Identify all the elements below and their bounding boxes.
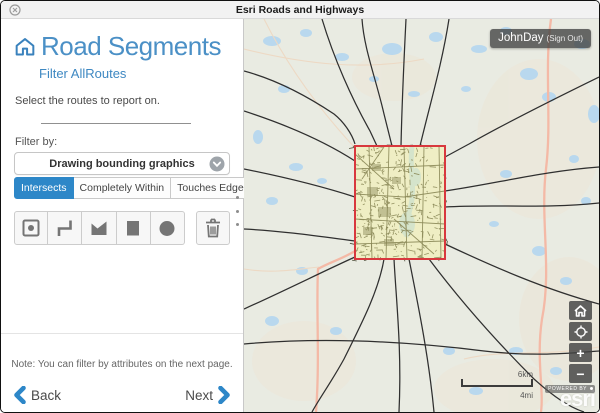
home-icon: [574, 305, 587, 317]
scale-line: [461, 385, 533, 387]
polygon-icon: [87, 216, 111, 240]
filter-method-dropdown[interactable]: Drawing bounding graphics: [14, 152, 230, 175]
note-text: Note: You can filter by attributes on th…: [1, 359, 243, 370]
scale-mi-label: 4mi: [520, 391, 533, 400]
clear-graphics-button[interactable]: [196, 211, 230, 245]
draw-polyline-button[interactable]: [48, 211, 82, 245]
map-canvas[interactable]: [244, 19, 599, 412]
point-icon: [19, 216, 43, 240]
next-label: Next: [185, 388, 213, 403]
tab-label: Completely Within: [80, 182, 165, 194]
circle-icon: [155, 216, 179, 240]
home-extent-button[interactable]: [569, 301, 592, 320]
rectangle-icon: [121, 216, 145, 240]
title-bar: Esri Roads and Highways: [1, 1, 599, 19]
chevron-left-icon: [13, 386, 26, 404]
next-button[interactable]: Next: [185, 386, 231, 404]
chevron-right-icon: [218, 386, 231, 404]
page-title: Road Segments: [41, 31, 221, 62]
zoom-in-button[interactable]: +: [569, 343, 592, 362]
locate-button[interactable]: [569, 322, 592, 341]
map-container: JohnDay (Sign Out) +: [244, 19, 599, 412]
subtitle-filter-allroutes: Filter AllRoutes: [39, 66, 229, 81]
app-title: Esri Roads and Highways: [236, 4, 364, 16]
filter-by-label: Filter by:: [15, 136, 229, 148]
app-window: Esri Roads and Highways Road Segments Fi…: [0, 0, 600, 413]
panel-resize-handle[interactable]: [234, 196, 240, 226]
trash-icon: [201, 216, 225, 240]
draw-toolbar: [14, 211, 230, 245]
instruction-text: Select the routes to report on.: [15, 95, 229, 107]
scale-bar: 6km 4mi: [461, 375, 533, 397]
sign-out-label: (Sign Out): [547, 34, 583, 43]
scale-km-label: 6km: [518, 370, 533, 379]
tab-intersects[interactable]: Intersects: [14, 177, 74, 199]
user-name: JohnDay: [498, 32, 543, 44]
divider: [41, 123, 191, 124]
chevron-down-icon: [209, 156, 225, 172]
spatial-relation-tabs: Intersects Completely Within Touches Edg…: [14, 177, 230, 199]
draw-point-button[interactable]: [14, 211, 48, 245]
home-widget-icon: [15, 37, 35, 57]
close-icon[interactable]: [9, 4, 21, 16]
filter-panel: Road Segments Filter AllRoutes Select th…: [1, 19, 244, 412]
back-button[interactable]: Back: [13, 386, 61, 404]
locate-icon: [574, 325, 588, 339]
bounding-box-graphic[interactable]: [355, 146, 445, 259]
draw-circle-button[interactable]: [151, 211, 185, 245]
powered-by-label: POWERED BY: [545, 385, 595, 393]
tab-label: Touches Edge: [177, 182, 244, 194]
esri-attribution: POWERED BY esri: [545, 370, 595, 410]
user-sign-out-button[interactable]: JohnDay (Sign Out): [490, 29, 591, 48]
back-label: Back: [31, 388, 61, 403]
draw-rectangle-button[interactable]: [117, 211, 151, 245]
tab-label: Intersects: [21, 182, 67, 194]
tab-completely-within[interactable]: Completely Within: [74, 177, 172, 199]
panel-footer: Note: You can filter by attributes on th…: [1, 333, 243, 412]
scale-tick: [531, 379, 533, 387]
polyline-icon: [53, 216, 77, 240]
plus-icon: +: [576, 346, 584, 360]
dropdown-selected-value: Drawing bounding graphics: [49, 158, 194, 170]
draw-polygon-button[interactable]: [82, 211, 116, 245]
